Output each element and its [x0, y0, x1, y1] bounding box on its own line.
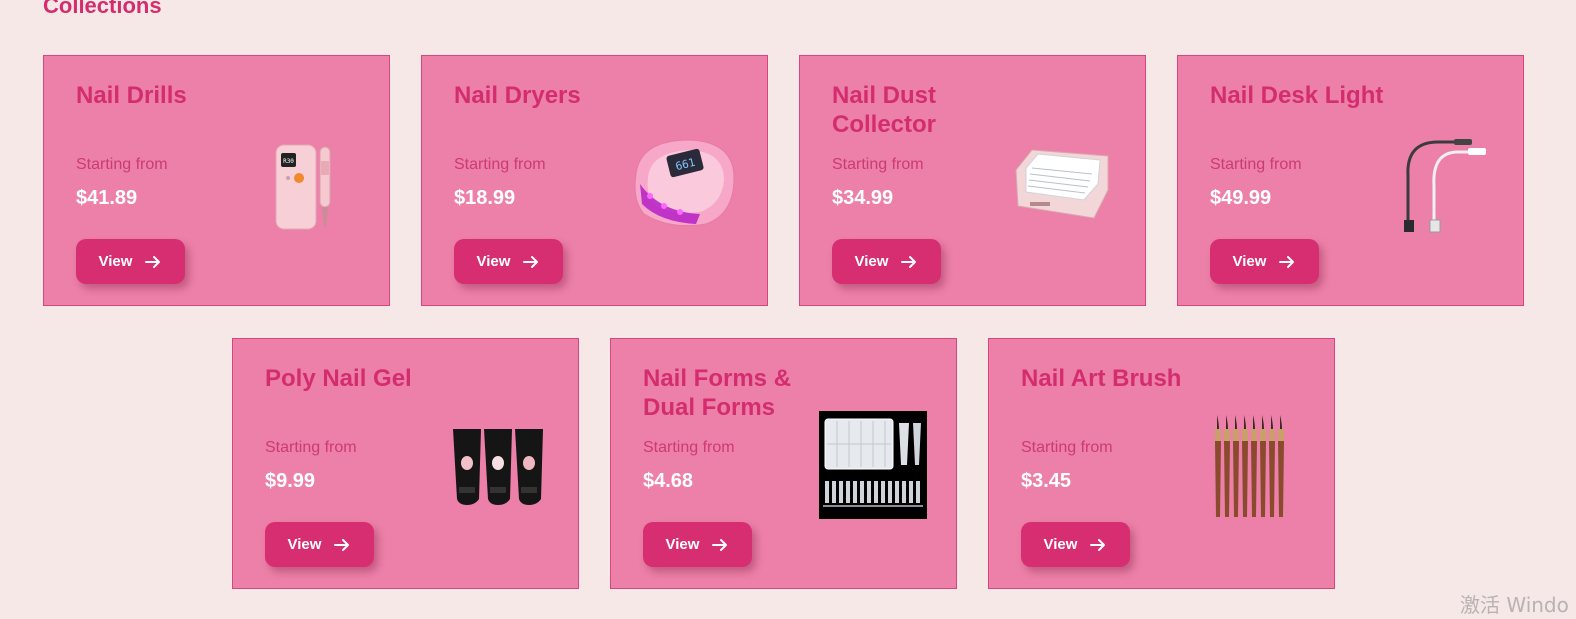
- price: $4.68: [643, 470, 694, 492]
- card-title: Nail Dryers: [454, 82, 581, 109]
- brush-set-icon: [1215, 415, 1284, 517]
- view-button[interactable]: View: [832, 239, 941, 284]
- view-button-label: View: [1232, 253, 1267, 270]
- gel-tubes-icon: [453, 429, 543, 505]
- arrow-right-icon: [712, 538, 728, 551]
- arrow-right-icon: [901, 255, 917, 268]
- starting-from-label: Starting from: [643, 439, 735, 456]
- price: $41.89: [76, 187, 138, 209]
- price: $3.45: [1021, 470, 1072, 492]
- starting-from-label: Starting from: [1210, 156, 1302, 173]
- view-button-label: View: [665, 536, 700, 553]
- arrow-right-icon: [523, 255, 539, 268]
- card-title: Nail Drills: [76, 82, 187, 109]
- view-button[interactable]: View: [1021, 522, 1130, 567]
- arrow-right-icon: [1279, 255, 1295, 268]
- nail-forms-icon: [819, 411, 927, 519]
- card-title: Nail Desk Light: [1210, 82, 1384, 109]
- nail-drill-icon: R30: [275, 144, 331, 230]
- view-button[interactable]: View: [1210, 239, 1319, 284]
- view-button-label: View: [287, 536, 322, 553]
- price: $49.99: [1210, 187, 1272, 209]
- view-button-label: View: [98, 253, 133, 270]
- uv-lamp-icon: 661: [634, 139, 735, 227]
- view-button-label: View: [854, 253, 889, 270]
- starting-from-label: Starting from: [76, 156, 168, 173]
- starting-from-label: Starting from: [454, 156, 546, 173]
- starting-from-label: Starting from: [1021, 439, 1113, 456]
- svg-text:R30: R30: [283, 158, 294, 165]
- arrow-right-icon: [1090, 538, 1106, 551]
- section-title: Collections: [43, 0, 162, 18]
- card-title: Nail Forms & Dual Forms: [643, 365, 792, 421]
- view-button[interactable]: View: [76, 239, 185, 284]
- card-title: Nail Dust Collector: [832, 82, 937, 138]
- windows-activation-watermark: 激活 Windo: [1460, 593, 1569, 617]
- collection-card-nail-drills[interactable]: Nail Drills Starting from $41.89 View R3…: [43, 55, 390, 306]
- starting-from-label: Starting from: [265, 439, 357, 456]
- view-button[interactable]: View: [454, 239, 563, 284]
- starting-from-label: Starting from: [832, 156, 924, 173]
- arrow-right-icon: [334, 538, 350, 551]
- collection-card-poly-nail-gel[interactable]: Poly Nail Gel Starting from $9.99 View: [232, 338, 579, 589]
- price: $9.99: [265, 470, 316, 492]
- collection-card-nail-desk-light[interactable]: Nail Desk Light Starting from $49.99 Vie…: [1177, 55, 1524, 306]
- price: $18.99: [454, 187, 516, 209]
- collection-card-nail-forms[interactable]: Nail Forms & Dual Forms Starting from $4…: [610, 338, 957, 589]
- collections-page: Collections Nail Drills Starting from $4…: [0, 0, 1576, 619]
- collection-card-nail-art-brush[interactable]: Nail Art Brush Starting from $3.45 View: [988, 338, 1335, 589]
- dust-collector-icon: [1015, 149, 1109, 219]
- card-title: Poly Nail Gel: [265, 365, 412, 392]
- price: $34.99: [832, 187, 894, 209]
- card-title: Nail Art Brush: [1021, 365, 1182, 392]
- desk-lamp-icon: [1404, 139, 1486, 233]
- collection-card-nail-dust-collector[interactable]: Nail Dust Collector Starting from $34.99…: [799, 55, 1146, 306]
- arrow-right-icon: [145, 255, 161, 268]
- view-button-label: View: [476, 253, 511, 270]
- view-button[interactable]: View: [643, 522, 752, 567]
- collection-card-nail-dryers[interactable]: Nail Dryers Starting from $18.99 View 66…: [421, 55, 768, 306]
- view-button[interactable]: View: [265, 522, 374, 567]
- view-button-label: View: [1043, 536, 1078, 553]
